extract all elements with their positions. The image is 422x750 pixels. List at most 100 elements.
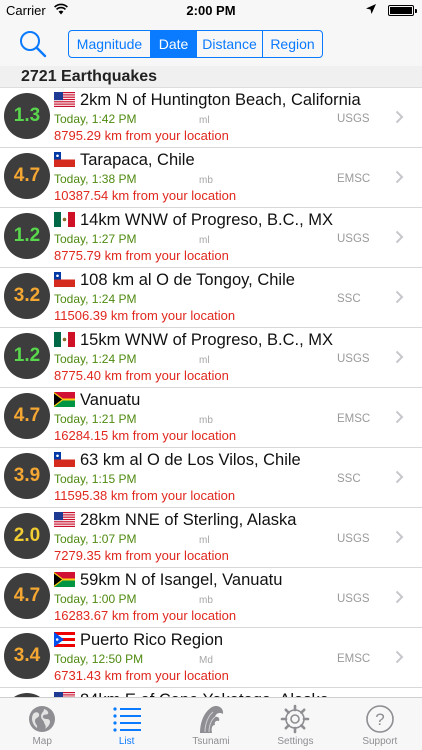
earthquake-row[interactable]: 3.2 108 km al O de Tongoy, Chile Today, 1:… [0,268,422,328]
data-source: USGS [337,233,370,245]
location-arrow-icon [366,4,376,14]
earthquake-time: Today, 1:38 PM [54,172,137,186]
distance-from-user: 16284.15 km from your location [54,428,237,443]
chevron-right-icon [395,650,404,664]
earthquake-time: Today, 1:00 PM [54,592,137,606]
country-flag-icon [54,332,75,347]
distance-from-user: 8775.40 km from your location [54,368,229,383]
search-icon[interactable] [18,29,48,59]
earthquake-time: Today, 1:24 PM [54,292,137,306]
earthquake-row[interactable]: 1.2 15km WNW of Progreso, B.C., MX Today, … [0,328,422,388]
magnitude-type: mb [199,175,213,186]
magnitude-badge: 3.2 [4,273,50,319]
earthquake-row[interactable]: 4.7 59km N of Isangel, Vanuatu Today, 1:00… [0,568,422,628]
tab-list[interactable]: List [84,698,168,750]
magnitude-type: ml [199,115,210,126]
earthquake-location: Puerto Rico Region [80,631,224,649]
chevron-right-icon [395,410,404,424]
magnitude-type: mb [199,415,213,426]
tab-settings[interactable]: Settings [253,698,337,750]
sort-segmented-control: Magnitude Date Distance Region [68,30,323,58]
sort-region-segment[interactable]: Region [263,31,322,57]
tab-bar: Map List Tsunami Settings ? Support [0,697,422,750]
tab-settings-label: Settings [277,736,314,747]
earthquake-time: Today, 1:27 PM [54,232,137,246]
chevron-right-icon [395,230,404,244]
country-flag-icon [54,572,75,587]
country-flag-icon [54,152,75,167]
data-source: SSC [337,473,361,485]
gear-icon [281,704,310,734]
earthquake-list: 1.3 2km N of Huntington Beach, California… [0,88,422,697]
distance-from-user: 11506.39 km from your location [54,308,236,323]
earthquake-row[interactable]: 2.0 28km NNE of Sterling, Alaska Today, 1:… [0,508,422,568]
help-icon: ? [366,705,394,733]
magnitude-badge: 1.2 [4,333,50,379]
country-flag-icon [54,452,75,467]
sort-magnitude-segment[interactable]: Magnitude [69,31,151,57]
country-flag-icon [54,392,75,407]
distance-from-user: 16283.67 km from your location [54,608,237,623]
magnitude-badge: 1.2 [4,213,50,259]
chevron-right-icon [395,350,404,364]
chevron-right-icon [395,170,404,184]
distance-from-user: 7279.35 km from your location [54,548,229,563]
country-flag-icon [54,272,75,287]
magnitude-badge: 1.3 [4,93,50,139]
tab-tsunami-label: Tsunami [192,736,230,747]
magnitude-type: mb [199,595,213,606]
data-source: USGS [337,533,370,545]
earthquake-location: 28km NNE of Sterling, Alaska [80,511,297,529]
earthquake-row[interactable]: 84km E of Cape Yakataga, Alaska [0,688,422,697]
battery-icon [388,5,417,16]
magnitude-badge: 4.7 [4,393,50,439]
data-source: SSC [337,293,361,305]
svg-text:?: ? [375,710,384,729]
country-flag-icon [54,512,75,527]
earthquake-row[interactable]: 4.7 Tarapaca, Chile Today, 1:38 PM mb EMSC 10… [0,148,422,208]
earthquake-row[interactable]: 1.3 2km N of Huntington Beach, California… [0,88,422,148]
magnitude-badge: 2.0 [4,513,50,559]
magnitude-type: ml [199,535,210,546]
earthquake-location: 63 km al O de Los Vilos, Chile [80,451,301,469]
tab-support[interactable]: ? Support [338,698,422,750]
earthquake-time: Today, 1:07 PM [54,532,137,546]
tab-map-label: Map [32,736,52,747]
data-source: USGS [337,113,370,125]
country-flag-icon [54,632,75,647]
earthquake-location: 108 km al O de Tongoy, Chile [80,271,295,289]
earthquake-row[interactable]: 1.2 14km WNW of Progreso, B.C., MX Today, … [0,208,422,268]
earthquake-location: 14km WNW of Progreso, B.C., MX [80,211,334,229]
data-source: USGS [337,353,370,365]
chevron-right-icon [395,470,404,484]
data-source: EMSC [337,413,371,425]
earthquake-location: 15km WNW of Progreso, B.C., MX [80,331,334,349]
tab-map[interactable]: Map [0,698,84,750]
magnitude-type: ml [199,235,210,246]
earthquake-location: 2km N of Huntington Beach, California [80,91,361,109]
sort-distance-segment[interactable]: Distance [197,31,263,57]
earthquake-time: Today, 12:50 PM [54,652,144,666]
clock: 2:00 PM [186,3,236,18]
magnitude-badge: 3.9 [4,453,50,499]
earthquake-count-header: 2721 Earthquakes [0,66,422,88]
list-icon [113,707,141,732]
nav-bar: Magnitude Date Distance Region [0,22,422,66]
data-source: EMSC [337,173,371,185]
earthquake-row[interactable]: 3.9 63 km al O de Los Vilos, Chile Today, … [0,448,422,508]
magnitude-type: ml [199,355,210,366]
sort-date-segment[interactable]: Date [151,31,197,57]
country-flag-icon [54,212,75,227]
earthquake-row[interactable]: 4.7 Vanuatu Today, 1:21 PM mb EMSC 16284.15 k… [0,388,422,448]
status-bar: Carrier 2:00 PM [0,0,422,22]
globe-icon [29,706,56,732]
chevron-right-icon [395,110,404,124]
earthquake-location: Vanuatu [80,391,141,409]
chevron-right-icon [395,290,404,304]
tab-tsunami[interactable]: Tsunami [169,698,253,750]
distance-from-user: 8775.79 km from your location [54,248,229,263]
tab-support-label: Support [362,736,398,747]
earthquake-row[interactable]: 3.4 Puerto Rico Region Today, 12:50 PM Md EM… [0,628,422,688]
distance-from-user: 11595.38 km from your location [54,488,236,503]
earthquake-time: Today, 1:21 PM [54,412,137,426]
